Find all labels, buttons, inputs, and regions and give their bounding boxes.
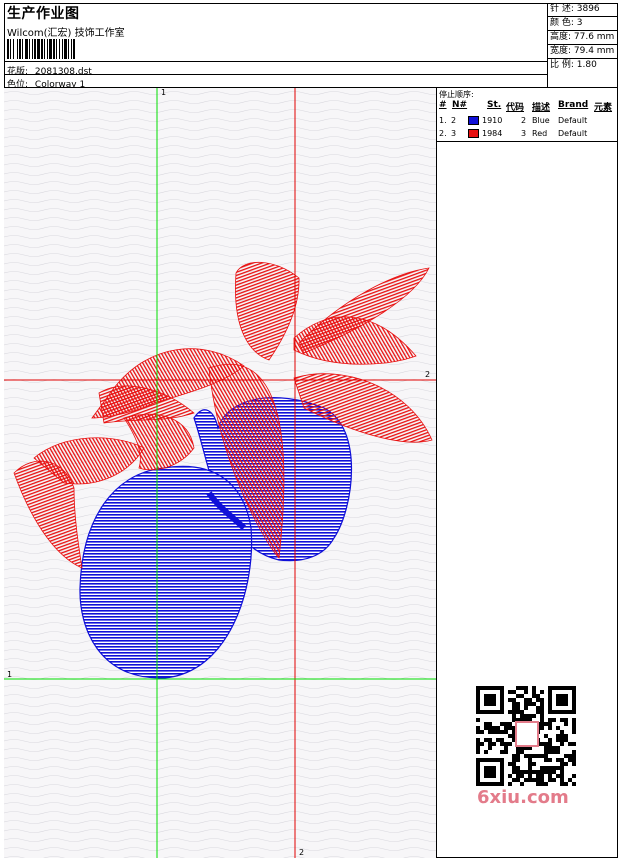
row-n: 3 <box>451 129 457 138</box>
watermark: 6xiu.com <box>477 787 569 808</box>
stat-colors: 颜 色: 3 <box>548 17 618 31</box>
guide-marker-v1: 1 <box>161 88 167 97</box>
col-code: 代码 <box>506 103 525 113</box>
col-desc: 描述 <box>532 103 551 113</box>
guide-marker-h2: 2 <box>425 370 431 379</box>
header-divider-2 <box>4 74 547 75</box>
row-desc: Blue <box>532 116 550 125</box>
col-n: N# <box>452 100 468 110</box>
pattern-value: 2081308.dst <box>34 67 92 77</box>
col-element: 元素 <box>594 103 613 113</box>
row-index: 2. <box>439 129 447 138</box>
row-stitches: 1984 <box>482 129 503 138</box>
row-stitches: 1910 <box>482 116 503 125</box>
guide-marker-v2: 2 <box>299 848 305 857</box>
stop-row[interactable]: 1. 2 1910 2 Blue Default <box>437 115 618 127</box>
row-code: 2 <box>521 116 527 125</box>
stop-row[interactable]: 2. 3 1984 3 Red Default <box>437 128 618 140</box>
stat-width: 宽度: 79.4 mm <box>548 45 618 59</box>
row-brand: Default <box>558 129 588 138</box>
guide-marker-h1: 1 <box>7 670 13 679</box>
qr-code[interactable] <box>470 680 582 792</box>
stop-sequence-panel: 停止顺序: # N# St. 代码 描述 Brand 元素 1. 2 1910 … <box>437 88 618 142</box>
stat-ratio: 比 例: 1.80 <box>550 60 597 70</box>
row-n: 2 <box>451 116 457 125</box>
col-brand: Brand <box>558 100 589 110</box>
pattern-label: 花版: <box>7 67 29 77</box>
header-info: 生产作业图 Wilcom(汇宏) 技饰工作室 花版: 2081308.dst 色… <box>4 3 548 90</box>
qr-code-graphic <box>476 686 576 786</box>
qr-logo <box>515 721 539 747</box>
stat-stitches: 针 述: 3896 <box>548 3 618 17</box>
design-canvas[interactable]: 1 2 1 2 <box>4 88 437 858</box>
stat-height: 高度: 77.6 mm <box>548 31 618 45</box>
header-divider <box>4 61 547 62</box>
row-brand: Default <box>558 116 588 125</box>
barcode-bar <box>75 39 76 59</box>
col-hash: # <box>439 100 447 110</box>
barcode <box>7 39 145 59</box>
row-code: 3 <box>521 129 527 138</box>
embroidery-preview <box>4 88 436 858</box>
row-desc: Red <box>532 129 548 138</box>
color-swatch <box>468 129 479 138</box>
stats-panel: 针 述: 3896 颜 色: 3 高度: 77.6 mm 宽度: 79.4 mm… <box>548 3 618 88</box>
pattern-row: 花版: 2081308.dst <box>7 64 92 77</box>
stop-sequence-title: 停止顺序: <box>439 90 474 99</box>
sheet-title: 生产作业图 <box>7 6 80 22</box>
col-st: St. <box>487 100 502 110</box>
studio-name: Wilcom(汇宏) 技饰工作室 <box>7 28 125 39</box>
row-index: 1. <box>439 116 447 125</box>
color-swatch <box>468 116 479 125</box>
